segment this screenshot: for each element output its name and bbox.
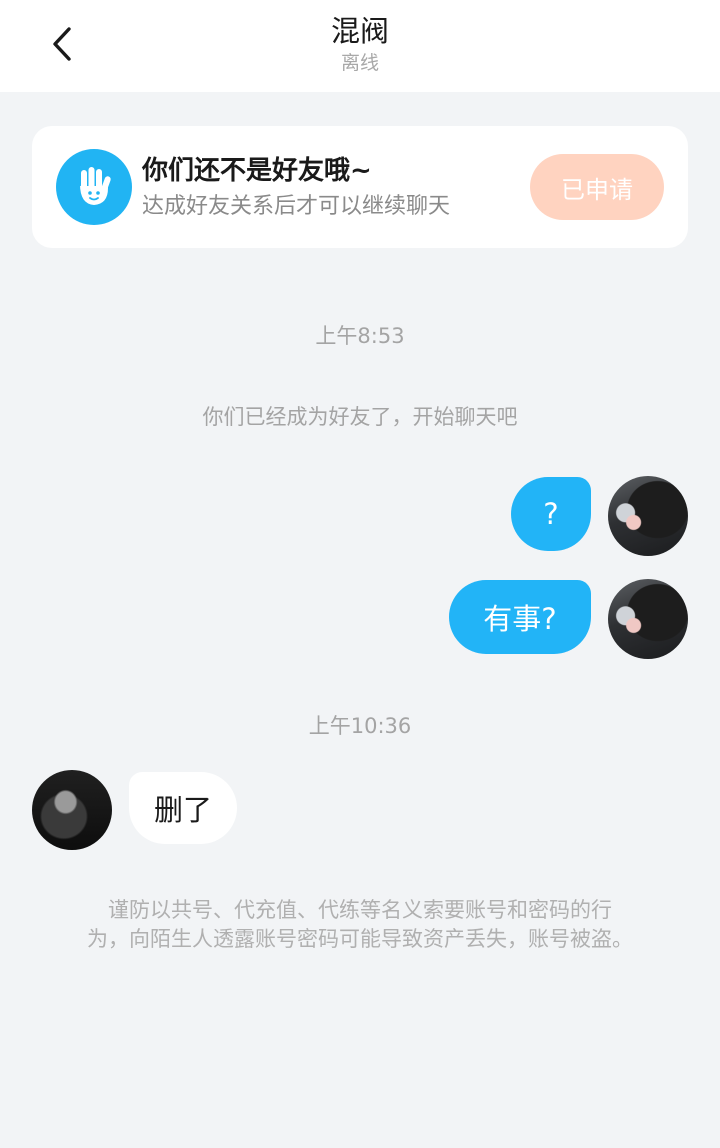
warning-line: 为，向陌生人透露账号密码可能导致资产丢失，账号被盗。 [87, 927, 633, 951]
my-avatar[interactable] [608, 579, 688, 659]
peer-avatar[interactable] [32, 770, 112, 850]
friend-request-card: 你们还不是好友哦~ 达成好友关系后才可以继续聊天 已申请 [32, 126, 688, 248]
card-title: 你们还不是好友哦~ [142, 156, 372, 186]
timestamp: 上午10:36 [308, 714, 412, 738]
message-bubble-incoming[interactable]: 删了 [129, 772, 237, 844]
system-notice: 你们已经成为好友了，开始聊天吧 [202, 405, 518, 429]
message-bubble-outgoing[interactable]: ? [511, 477, 591, 551]
timestamp: 上午8:53 [315, 324, 405, 348]
chat-title: 混阀 [330, 14, 389, 48]
card-subtitle: 达成好友关系后才可以继续聊天 [142, 194, 451, 219]
waving-hand-icon [56, 149, 132, 225]
message-bubble-outgoing[interactable]: 有事? [449, 580, 591, 654]
my-avatar[interactable] [608, 476, 688, 556]
online-status: 离线 [340, 52, 379, 74]
warning-line: 谨防以共号、代充值、代练等名义索要账号和密码的行 [108, 898, 612, 922]
chat-header: 混阀 离线 [0, 0, 720, 92]
security-warning: 谨防以共号、代充值、代练等名义索要账号和密码的行 为，向陌生人透露账号密码可能导… [0, 896, 720, 954]
applied-button[interactable]: 已申请 [530, 154, 664, 220]
